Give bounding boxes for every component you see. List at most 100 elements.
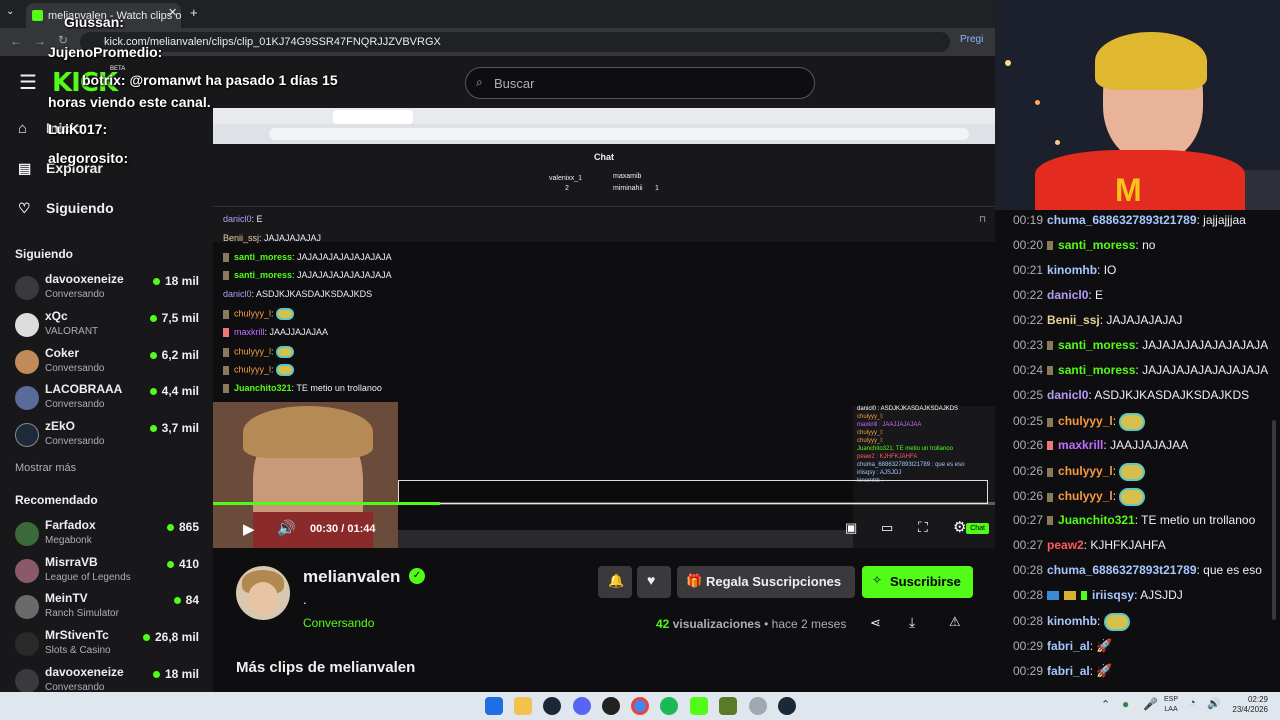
start-icon[interactable] <box>485 697 503 715</box>
chat-line: 00:21 kinomhb: IO <box>1013 263 1117 277</box>
viewer-count: 6,2 mil <box>150 348 199 362</box>
following-channel[interactable]: xQc VALORANT 7,5 mil <box>15 309 205 345</box>
chat-line: 00:23 santi_moress: JAJAJAJAJAJAJAJAJA <box>1013 338 1269 352</box>
language-indicator[interactable]: ESP LAA <box>1164 695 1178 715</box>
avatar <box>15 522 39 546</box>
overlay-chat-line: botrix: @romanwt ha pasado 1 días 15 <box>82 72 338 88</box>
recommended-channel[interactable]: MeinTV Ranch Simulator 84 <box>15 591 205 627</box>
channel-name: MeinTV <box>45 591 88 605</box>
emote-icon <box>1119 488 1146 506</box>
search-input[interactable]: ⌕ Buscar <box>465 67 815 99</box>
recommended-channel[interactable]: MisrraVB League of Legends 410 <box>15 555 205 591</box>
tray-chevron-icon[interactable]: ⌃ <box>1101 698 1110 711</box>
clock[interactable]: 02:29 23/4/2026 <box>1226 695 1268 715</box>
play-icon[interactable]: ▶ <box>243 520 255 538</box>
pip-icon[interactable]: ▣ <box>845 520 857 536</box>
following-channel[interactable]: Coker Conversando 6,2 mil <box>15 346 205 382</box>
gift-subs-label: Regala Suscripciones <box>706 574 842 589</box>
compass-icon: ▤ <box>18 160 32 176</box>
star-icon: ✧ <box>872 573 883 587</box>
subscribe-label: Suscribirse <box>890 574 961 589</box>
channel-category: Conversando <box>45 436 105 447</box>
chat-scrollbar[interactable] <box>1272 420 1276 620</box>
home-icon: ⌂ <box>18 120 28 137</box>
download-icon[interactable]: ⤓ <box>909 614 915 631</box>
avatar <box>15 595 39 619</box>
fullscreen-icon[interactable]: ⛶ <box>918 519 928 536</box>
leader-name: valenixx_1 <box>549 175 583 182</box>
new-tab-icon[interactable]: + <box>190 5 198 20</box>
inner-chat-panel: Chat valenixx_1 2 maxamib miminahii 1 <box>213 144 995 242</box>
app-icon[interactable] <box>749 697 767 715</box>
clip-category[interactable]: Conversando <box>303 616 374 630</box>
tray-app-icon[interactable]: ● <box>1122 697 1129 711</box>
following-channel[interactable]: LACOBRAAA Conversando 4,4 mil <box>15 382 205 418</box>
spotify-icon[interactable] <box>660 697 678 715</box>
minecraft-icon[interactable] <box>719 697 737 715</box>
mic-icon[interactable]: 🎤 <box>1143 697 1158 711</box>
channel-name[interactable]: melianvalen <box>303 567 400 587</box>
viewer-count: 26,8 mil <box>143 630 199 644</box>
total-time: 01:44 <box>347 523 376 535</box>
channel-name: davooxeneize <box>45 665 124 679</box>
following-section-title: Siguiendo <box>15 247 73 261</box>
leader-1: valenixx_1 <box>549 175 582 182</box>
obs-icon[interactable] <box>602 697 620 715</box>
inner-chat-line: santi_moress: JAJAJAJAJAJAJAJAJA <box>223 270 392 281</box>
share-icon[interactable]: ⋖ <box>870 615 881 631</box>
volume-icon[interactable]: 🔊 <box>277 519 296 537</box>
video-player[interactable]: Chat valenixx_1 2 maxamib miminahii 1 da… <box>213 108 995 548</box>
url-field[interactable]: kick.com/melianvalen/clips/clip_01KJ74G9… <box>80 32 950 52</box>
emote-icon <box>1119 463 1146 481</box>
settings-icon[interactable]: ⚙ <box>953 518 966 536</box>
inner-chat-line: chulyyy_l: <box>223 308 295 320</box>
recommended-channel[interactable]: MrStivenTc Slots & Casino 26,8 mil <box>15 628 205 664</box>
chat-line: 00:26 chulyyy_l: <box>1013 488 1146 506</box>
steam-icon-2[interactable] <box>778 697 796 715</box>
subscribe-button[interactable]: ✧ Suscribirse <box>862 566 973 598</box>
overlay-chat-line: alegorosito: <box>48 150 129 166</box>
channel-name: davooxeneize <box>45 272 124 286</box>
follow-button[interactable]: ♥ <box>637 566 671 598</box>
recommended-channel[interactable]: Farfadox Megabonk 865 <box>15 518 205 554</box>
nav-home[interactable]: ⌂ Inicio <box>18 120 83 137</box>
views-count: 42 <box>656 617 670 631</box>
progress-bar[interactable] <box>213 502 995 505</box>
channel-avatar[interactable] <box>236 566 290 620</box>
leader-2: maxamib <box>613 173 642 180</box>
volume-tray-icon[interactable]: 🔊 <box>1207 697 1221 710</box>
close-tab-icon[interactable]: ✕ <box>168 6 177 19</box>
tab-list-icon[interactable]: ⌄ <box>6 6 14 17</box>
nav-following[interactable]: ♡ Siguiendo <box>18 200 114 217</box>
pin-icon[interactable]: ⊓ <box>979 214 986 225</box>
inner-chat-line: chulyyy_l: <box>223 364 295 376</box>
overlay-chat-line: Giussan: <box>64 14 124 30</box>
nav-explore[interactable]: ▤ Explorar <box>18 160 103 177</box>
following-channel[interactable]: zEkO Conversando 3,7 mil <box>15 419 205 455</box>
clip-title: . <box>303 592 307 607</box>
chrome-icon[interactable] <box>631 697 649 715</box>
back-icon[interactable]: ← <box>10 34 22 48</box>
channel-name: LACOBRAAA <box>45 382 123 396</box>
following-channel[interactable]: davooxeneize Conversando 18 mil <box>15 272 205 308</box>
chat-line: 00:22 danicl0: E <box>1013 288 1104 302</box>
report-icon[interactable]: ⚠ <box>949 614 961 630</box>
steam-icon[interactable] <box>543 697 561 715</box>
forward-icon[interactable]: → <box>34 34 46 48</box>
gift-subs-button[interactable]: 🎁 Regala Suscripciones <box>677 566 855 598</box>
kick-app-icon[interactable] <box>690 697 708 715</box>
wifi-icon[interactable]: ◔ <box>1189 697 1196 709</box>
chat-line: 00:25 danicl0: ASDJKJKASDAJKSDAJKDS <box>1013 388 1250 402</box>
theater-icon[interactable]: ▭ <box>881 520 893 536</box>
inner-chat-line: maxkrill: JAAJJAJAJAA <box>223 327 328 338</box>
viewer-count: 865 <box>167 520 199 534</box>
viewer-count: 18 mil <box>153 274 199 288</box>
menu-icon[interactable]: ☰ <box>19 70 37 95</box>
avatar <box>15 559 39 583</box>
discord-icon[interactable] <box>573 697 591 715</box>
chat-line: 00:26 chulyyy_l: <box>1013 463 1146 481</box>
notifications-button[interactable]: 🔔 <box>598 566 632 598</box>
file-explorer-icon[interactable] <box>514 697 532 715</box>
profile-label[interactable]: Pregi <box>960 34 983 45</box>
show-more-link[interactable]: Mostrar más <box>15 462 76 474</box>
